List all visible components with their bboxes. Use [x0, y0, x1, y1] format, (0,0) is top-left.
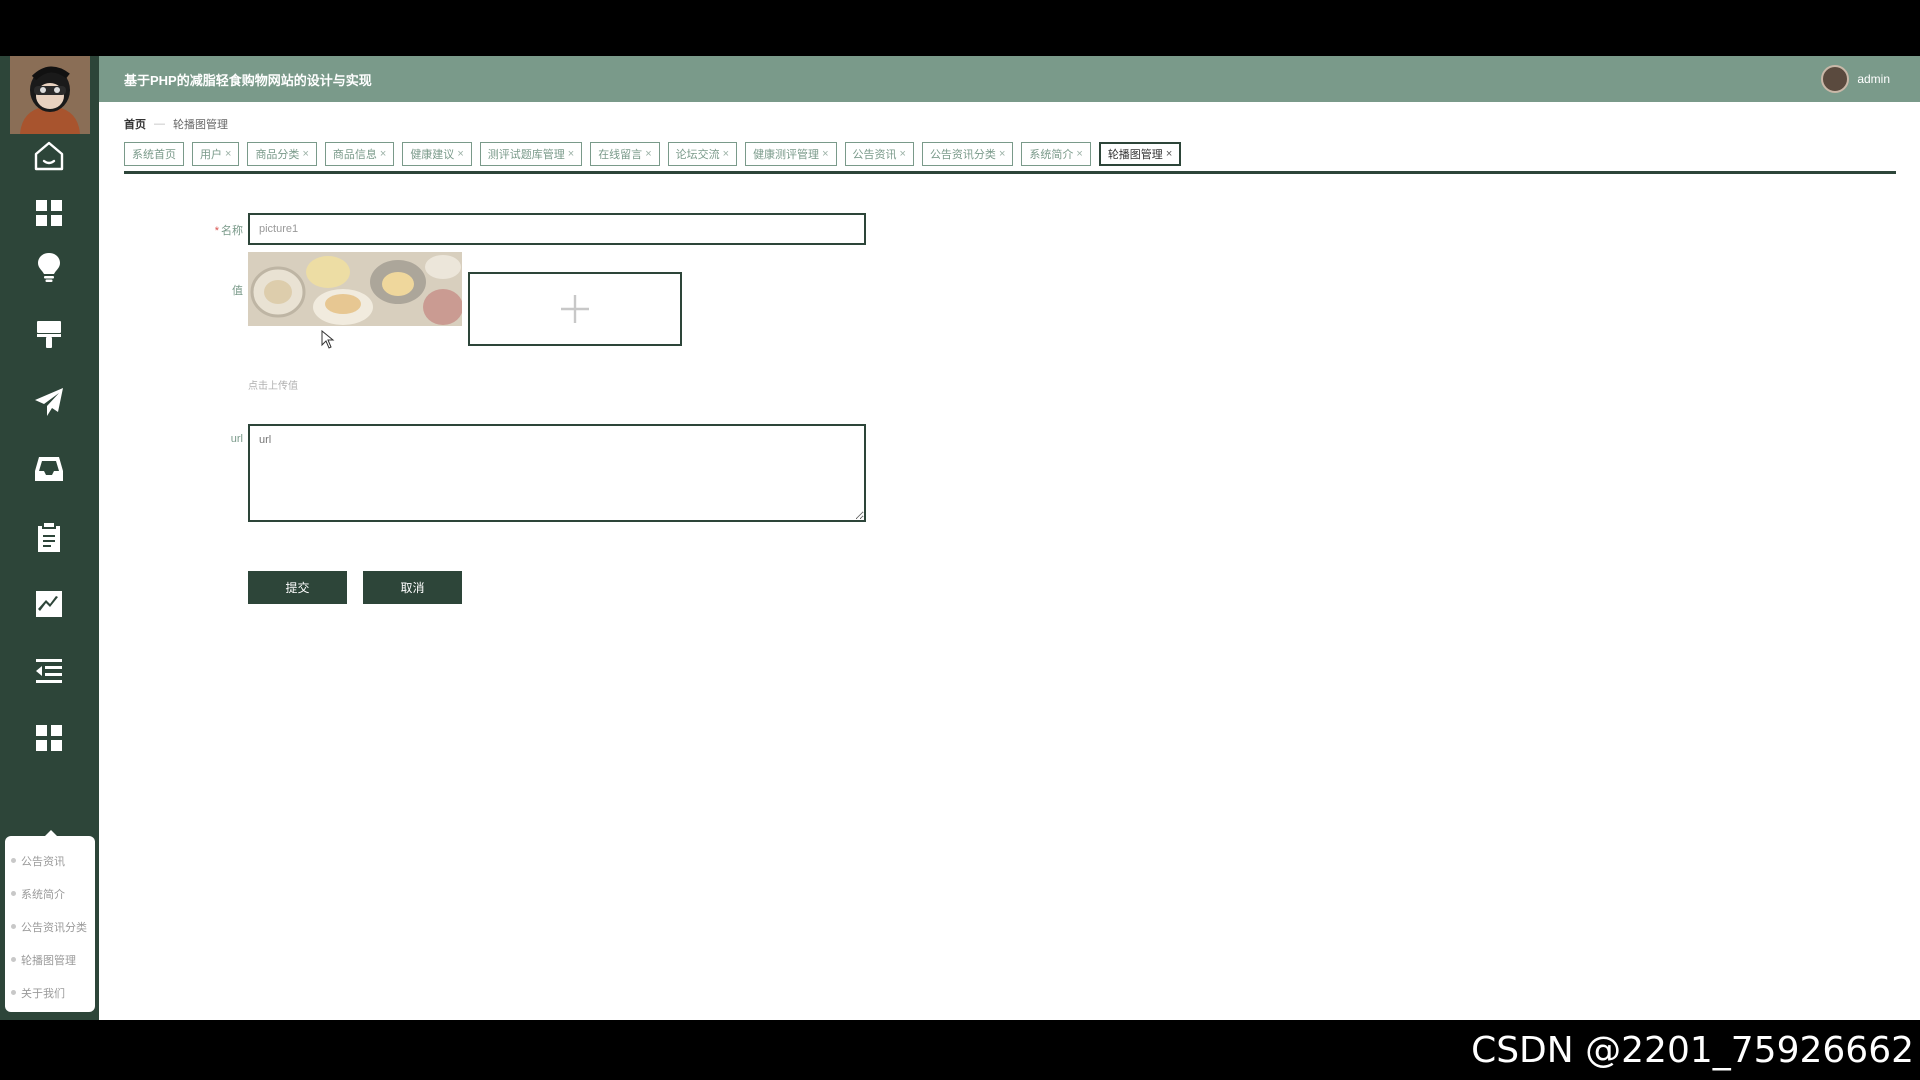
- breadcrumb-separator: —: [154, 118, 165, 130]
- paper-plane-icon[interactable]: [28, 382, 70, 422]
- mouse-cursor-icon: [321, 330, 335, 349]
- bullet-dot: [11, 957, 16, 962]
- tab-8[interactable]: 健康测评管理 ×: [745, 142, 837, 166]
- tab-label: 论坛交流: [675, 149, 720, 161]
- grid-icon[interactable]: [28, 193, 70, 233]
- tab-5[interactable]: 测评试题库管理 ×: [479, 142, 583, 166]
- url-label: url: [230, 433, 243, 445]
- header-bar: 基于PHP的减脂轻食购物网站的设计与实现 admin: [99, 56, 1920, 102]
- tab-label: 商品分类: [255, 149, 300, 161]
- close-icon[interactable]: ×: [568, 148, 574, 160]
- bullet-dot: [11, 924, 16, 929]
- tab-0[interactable]: 系统首页: [124, 142, 184, 166]
- submit-button[interactable]: 提交: [248, 571, 347, 604]
- bullet-dot: [11, 891, 16, 896]
- bullet-dot: [11, 990, 16, 995]
- uploaded-image-thumbnail[interactable]: [248, 252, 462, 326]
- tab-4[interactable]: 健康建议 ×: [402, 142, 472, 166]
- value-label: 值: [232, 285, 243, 297]
- tab-10[interactable]: 公告资讯分类 ×: [921, 142, 1014, 166]
- plus-icon: [561, 295, 589, 323]
- main-content: 首页 — 轮播图管理 系统首页 用户 × 商品分类 × 商品信息 × 健康建议 × 测评试题库管理…: [99, 102, 1920, 1020]
- submenu-item-about-us[interactable]: 关于我们: [5, 976, 95, 1009]
- bottom-black-bar: CSDN @2201_75926662: [0, 1020, 1920, 1080]
- tab-2[interactable]: 商品分类 ×: [247, 142, 317, 166]
- tab-11[interactable]: 系统简介 ×: [1021, 142, 1091, 166]
- close-icon[interactable]: ×: [380, 148, 386, 160]
- app-title: 基于PHP的减脂轻食购物网站的设计与实现: [124, 73, 372, 88]
- chart-line-icon[interactable]: [28, 584, 70, 624]
- sidebar-avatar: [10, 56, 90, 134]
- close-icon[interactable]: ×: [1076, 148, 1082, 160]
- breadcrumb: 首页 — 轮播图管理: [124, 116, 228, 132]
- close-icon[interactable]: ×: [999, 148, 1005, 160]
- image-upload-button[interactable]: [468, 272, 682, 346]
- user-menu[interactable]: admin: [1821, 65, 1890, 93]
- tab-label: 系统首页: [132, 149, 176, 161]
- cancel-button[interactable]: 取消: [363, 571, 462, 604]
- tab-label: 在线留言: [598, 149, 643, 161]
- submenu-item-announcements[interactable]: 公告资讯: [5, 844, 95, 877]
- sidebar: 公告资讯 系统简介 公告资讯分类 轮播图管理 关于我们: [0, 56, 99, 1020]
- tab-6[interactable]: 在线留言 ×: [590, 142, 660, 166]
- tab-12[interactable]: 轮播图管理 ×: [1098, 142, 1182, 166]
- close-icon[interactable]: ×: [1166, 148, 1172, 160]
- user-avatar: [1821, 65, 1850, 93]
- tab-label: 轮播图管理: [1107, 149, 1163, 161]
- home-icon[interactable]: [28, 136, 70, 176]
- breadcrumb-current: 轮播图管理: [173, 119, 228, 131]
- breadcrumb-home[interactable]: 首页: [124, 116, 146, 132]
- close-icon[interactable]: ×: [457, 148, 463, 160]
- tab-9[interactable]: 公告资讯 ×: [844, 142, 914, 166]
- lightbulb-icon[interactable]: [28, 247, 70, 287]
- sidebar-submenu: 公告资讯 系统简介 公告资讯分类 轮播图管理 关于我们: [5, 830, 95, 1012]
- tab-label: 健康建议: [410, 149, 455, 161]
- inbox-icon[interactable]: [28, 449, 70, 489]
- close-icon[interactable]: ×: [302, 148, 308, 160]
- name-label-text: 名称: [221, 225, 243, 237]
- tab-label: 健康测评管理: [753, 149, 820, 161]
- tab-7[interactable]: 论坛交流 ×: [667, 142, 738, 166]
- tab-label: 测评试题库管理: [487, 149, 565, 161]
- required-mark: *: [214, 225, 219, 237]
- tab-label: 公告资讯: [852, 149, 897, 161]
- close-icon[interactable]: ×: [645, 148, 651, 160]
- tab-1[interactable]: 用户 ×: [192, 142, 240, 166]
- url-textarea[interactable]: [248, 424, 866, 522]
- close-icon[interactable]: ×: [225, 148, 231, 160]
- submenu-item-system-intro[interactable]: 系统简介: [5, 877, 95, 910]
- paint-roller-icon[interactable]: [28, 314, 70, 354]
- submenu-item-carousel[interactable]: 轮播图管理: [5, 943, 95, 976]
- top-black-bar: [0, 0, 1920, 56]
- tab-label: 商品信息: [332, 149, 377, 161]
- tab-3[interactable]: 商品信息 ×: [324, 142, 395, 166]
- close-icon[interactable]: ×: [723, 148, 729, 160]
- watermark: CSDN @2201_75926662: [1471, 1030, 1914, 1071]
- tab-label: 系统简介: [1029, 149, 1074, 161]
- close-icon[interactable]: ×: [900, 148, 906, 160]
- name-label: * 名称: [183, 222, 243, 238]
- tab-label: 公告资讯分类: [929, 149, 996, 161]
- menu-collapse-icon[interactable]: [28, 651, 70, 691]
- close-icon[interactable]: ×: [822, 148, 828, 160]
- bullet-dot: [11, 858, 16, 863]
- name-input[interactable]: [248, 213, 866, 245]
- grid-icon[interactable]: [28, 718, 70, 758]
- clipboard-icon[interactable]: [28, 517, 70, 557]
- upload-hint: 点击上传值: [248, 381, 298, 392]
- user-name: admin: [1857, 72, 1890, 86]
- tab-bar: 系统首页 用户 × 商品分类 × 商品信息 × 健康建议 × 测评试题库管理 × 在线留言 × 论坛交流 ×…: [124, 142, 1896, 174]
- tab-label: 用户: [200, 149, 222, 161]
- submenu-item-announcement-category[interactable]: 公告资讯分类: [5, 910, 95, 943]
